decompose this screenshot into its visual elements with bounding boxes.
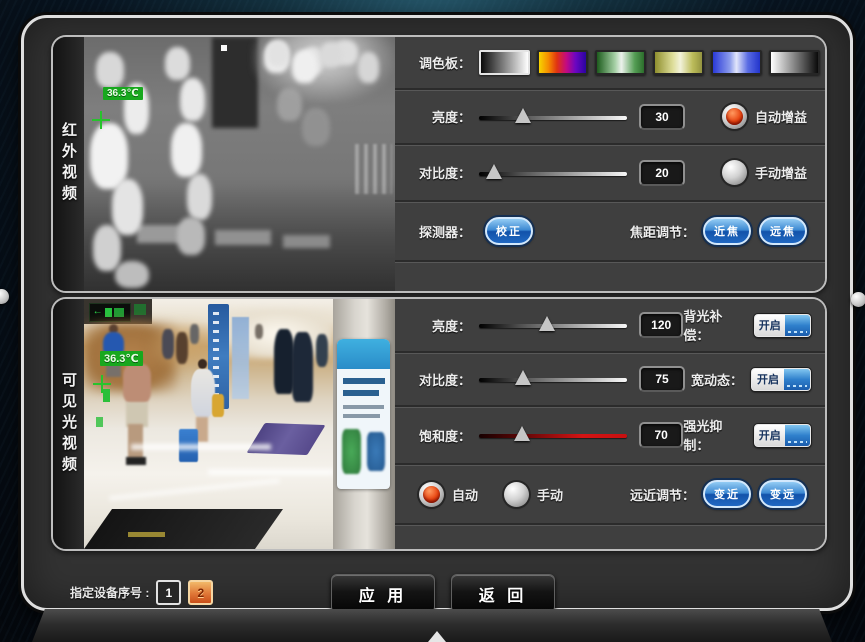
backlight-comp-toggle-state: 开启 (755, 315, 786, 336)
palette-swatches (479, 50, 820, 75)
auto-gain-radio[interactable] (722, 104, 747, 129)
vis-contrast-value[interactable]: 75 (639, 366, 685, 392)
palette-swatch-yellow-green[interactable] (653, 50, 704, 75)
ir-brightness-slider-track[interactable] (479, 116, 627, 120)
palette-swatch-blue[interactable] (711, 50, 762, 75)
device-2-button[interactable]: 2 (188, 580, 213, 605)
footer-bar: 指定设备序号 : 1 2 应 用 返 回 (24, 548, 850, 604)
infrared-panel-title-text: 红外视频 (58, 122, 79, 206)
auto-focus-label: 自动 (452, 485, 478, 504)
visible-controls: 亮度： 120 背光补偿： 开启 (395, 299, 825, 549)
near-focus-button[interactable]: 近焦 (703, 217, 751, 245)
vis-contrast-row: 对比度： 75 宽动态： 开启 (395, 351, 825, 405)
vis-brightness-row: 亮度： 120 背光补偿： 开启 (395, 299, 825, 351)
manual-gain-label: 手动增益 (755, 163, 807, 182)
app-screen: 红外视频 (0, 0, 865, 642)
vis-saturation-label: 饱和度： (407, 426, 471, 445)
back-button[interactable]: 返 回 (451, 574, 555, 613)
device-stand (32, 609, 832, 642)
ir-temperature-label: 36.3℃ (103, 87, 143, 100)
calibrate-button[interactable]: 校正 (485, 217, 533, 245)
vis-brightness-label: 亮度： (407, 316, 471, 335)
highlight-suppress-toggle-knob[interactable] (785, 425, 810, 446)
vis-saturation-slider-track[interactable] (479, 434, 627, 438)
wdr-label: 宽动态： (691, 370, 743, 389)
vis-contrast-slider[interactable] (479, 368, 627, 390)
auto-gain-label: 自动增益 (755, 107, 807, 126)
infrared-panel: 红外视频 (51, 35, 827, 293)
device-selector: 指定设备序号 : 1 2 (70, 580, 213, 605)
visible-panel-title: 可见光视频 (53, 299, 84, 549)
vis-contrast-slider-thumb[interactable] (515, 370, 531, 385)
infrared-controls: 调色板： 亮度： (395, 37, 825, 291)
focus-mode-row: 自动 手动 远近调节： 变近 变远 (395, 463, 825, 523)
backlight-comp-toggle-knob[interactable] (785, 315, 810, 336)
manual-gain-radio[interactable] (722, 160, 747, 185)
infrared-video-feed: 36.3℃ (84, 37, 395, 291)
ir-contrast-slider-thumb[interactable] (486, 164, 502, 179)
visible-video-feed: ← (84, 299, 395, 549)
backlight-comp-toggle[interactable]: 开启 (754, 314, 811, 337)
ir-contrast-row: 对比度： 20 手动增益 (395, 143, 825, 200)
ir-brightness-value[interactable]: 30 (639, 104, 685, 130)
ir-brightness-slider-thumb[interactable] (515, 108, 531, 123)
infrared-panel-title: 红外视频 (53, 37, 84, 291)
device-1-button[interactable]: 1 (156, 580, 181, 605)
far-focus-button[interactable]: 远焦 (759, 217, 807, 245)
ir-crosshair-icon (92, 111, 110, 129)
detector-label: 探测器： (407, 222, 471, 241)
ir-brightness-row: 亮度： 30 自动增益 (395, 88, 825, 143)
highlight-suppress-toggle-state: 开启 (755, 425, 786, 446)
ir-contrast-slider[interactable] (479, 162, 627, 184)
wdr-toggle[interactable]: 开启 (751, 368, 811, 391)
auto-focus-radio[interactable] (419, 482, 444, 507)
visible-panel-title-text: 可见光视频 (58, 372, 79, 477)
wdr-toggle-state: 开启 (752, 369, 784, 390)
ir-contrast-label: 对比度： (407, 163, 471, 182)
vis-contrast-label: 对比度： (407, 370, 471, 389)
visible-temperature-label: 36.3℃ (100, 351, 143, 366)
vis-brightness-slider[interactable] (479, 314, 627, 336)
vis-saturation-slider[interactable] (479, 424, 627, 446)
wdr-toggle-knob[interactable] (784, 369, 810, 390)
vis-brightness-value[interactable]: 120 (639, 312, 683, 338)
vis-saturation-value[interactable]: 70 (639, 422, 683, 448)
highlight-suppress-label: 强光抑制： (683, 416, 745, 454)
device-frame: 红外视频 (21, 15, 853, 611)
highlight-suppress-toggle[interactable]: 开启 (754, 424, 811, 447)
visible-light-panel: 可见光视频 ← (51, 297, 827, 551)
palette-swatch-ironbow[interactable] (537, 50, 588, 75)
manual-focus-radio[interactable] (504, 482, 529, 507)
vis-saturation-slider-thumb[interactable] (514, 426, 530, 441)
palette-swatch-black-hot[interactable] (769, 50, 820, 75)
zoom-adjust-label: 远近调节： (630, 485, 695, 504)
palette-row: 调色板： (395, 37, 825, 88)
ir-contrast-value[interactable]: 20 (639, 160, 685, 186)
backlight-comp-label: 背光补偿： (683, 306, 745, 344)
stand-notch (428, 631, 446, 642)
focus-adjust-label: 焦距调节： (630, 222, 695, 241)
device-selector-label: 指定设备序号 : (70, 584, 149, 601)
ir-brightness-label: 亮度： (407, 107, 471, 126)
ir-brightness-slider[interactable] (479, 106, 627, 128)
zoom-near-button[interactable]: 变近 (703, 480, 751, 508)
vis-contrast-slider-track[interactable] (479, 378, 627, 382)
left-side-knob (0, 289, 9, 304)
palette-swatch-white-hot[interactable] (479, 50, 530, 75)
vis-brightness-slider-thumb[interactable] (539, 316, 555, 331)
vis-saturation-row: 饱和度： 70 强光抑制： 开启 (395, 405, 825, 463)
palette-label: 调色板： (407, 53, 471, 72)
detector-row: 探测器： 校正 焦距调节： 近焦 远焦 (395, 200, 825, 260)
palette-swatch-green[interactable] (595, 50, 646, 75)
zoom-far-button[interactable]: 变远 (759, 480, 807, 508)
manual-focus-label: 手动 (537, 485, 563, 504)
right-side-knob (851, 292, 865, 307)
apply-button[interactable]: 应 用 (331, 574, 435, 613)
visible-crosshair-icon (93, 375, 111, 393)
